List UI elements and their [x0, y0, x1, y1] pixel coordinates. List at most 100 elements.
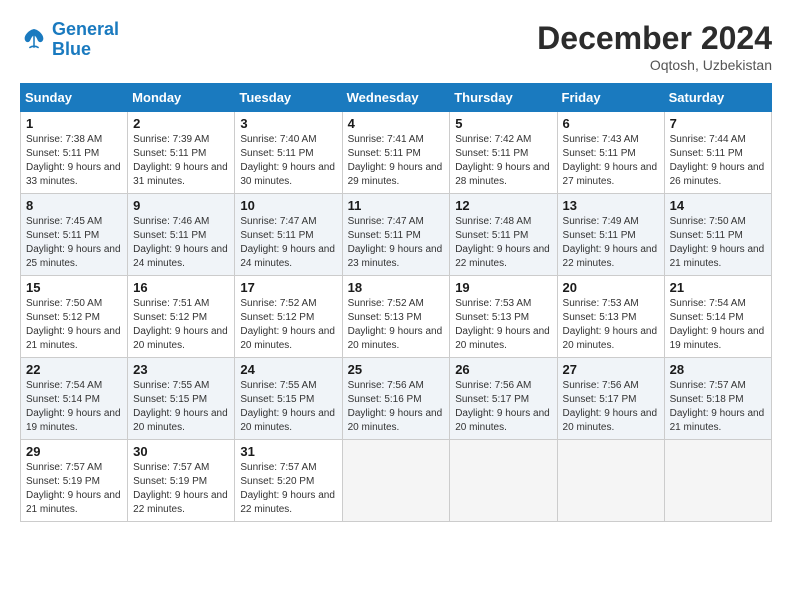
calendar-day-cell: 5 Sunrise: 7:42 AMSunset: 5:11 PMDaylight…: [450, 112, 557, 194]
calendar-day-cell: 13 Sunrise: 7:49 AMSunset: 5:11 PMDayligh…: [557, 194, 664, 276]
weekday-header: Saturday: [664, 84, 771, 112]
day-info: Sunrise: 7:56 AMSunset: 5:17 PMDaylight:…: [563, 379, 659, 435]
day-info: Sunrise: 7:38 AMSunset: 5:11 PMDaylight:…: [26, 133, 122, 189]
day-number: 12: [455, 198, 551, 213]
calendar-day-cell: 1 Sunrise: 7:38 AMSunset: 5:11 PMDaylight…: [21, 112, 128, 194]
day-number: 18: [348, 280, 445, 295]
weekday-header: Monday: [128, 84, 235, 112]
day-info: Sunrise: 7:47 AMSunset: 5:11 PMDaylight:…: [348, 215, 445, 271]
calendar-week-row: 8 Sunrise: 7:45 AMSunset: 5:11 PMDaylight…: [21, 194, 772, 276]
day-number: 29: [26, 444, 122, 459]
day-number: 23: [133, 362, 229, 377]
day-info: Sunrise: 7:41 AMSunset: 5:11 PMDaylight:…: [348, 133, 445, 189]
calendar-day-cell: 20 Sunrise: 7:53 AMSunset: 5:13 PMDayligh…: [557, 276, 664, 358]
calendar-day-cell: 28 Sunrise: 7:57 AMSunset: 5:18 PMDayligh…: [664, 358, 771, 440]
calendar-day-cell: 8 Sunrise: 7:45 AMSunset: 5:11 PMDaylight…: [21, 194, 128, 276]
day-number: 14: [670, 198, 766, 213]
weekday-header: Sunday: [21, 84, 128, 112]
day-number: 11: [348, 198, 445, 213]
calendar-day-cell: 14Sunrise: 7:50 AMSunset: 5:11 PMDayligh…: [664, 194, 771, 276]
day-number: 15: [26, 280, 122, 295]
page-header: General Blue December 2024 Oqtosh, Uzbek…: [20, 20, 772, 73]
day-info: Sunrise: 7:52 AMSunset: 5:13 PMDaylight:…: [348, 297, 445, 353]
calendar-day-cell: 24Sunrise: 7:55 AMSunset: 5:15 PMDayligh…: [235, 358, 342, 440]
day-number: 27: [563, 362, 659, 377]
day-info: Sunrise: 7:40 AMSunset: 5:11 PMDaylight:…: [240, 133, 336, 189]
title-block: December 2024 Oqtosh, Uzbekistan: [537, 20, 772, 73]
calendar-day-cell: [342, 440, 450, 522]
calendar-day-cell: 27 Sunrise: 7:56 AMSunset: 5:17 PMDayligh…: [557, 358, 664, 440]
weekday-header: Friday: [557, 84, 664, 112]
day-info: Sunrise: 7:45 AMSunset: 5:11 PMDaylight:…: [26, 215, 122, 271]
logo-icon: [20, 26, 48, 54]
day-info: Sunrise: 7:47 AMSunset: 5:11 PMDaylight:…: [240, 215, 336, 271]
calendar-day-cell: 15 Sunrise: 7:50 AMSunset: 5:12 PMDayligh…: [21, 276, 128, 358]
day-number: 2: [133, 116, 229, 131]
day-number: 13: [563, 198, 659, 213]
day-info: Sunrise: 7:44 AMSunset: 5:11 PMDaylight:…: [670, 133, 766, 189]
day-number: 16: [133, 280, 229, 295]
day-info: Sunrise: 7:57 AMSunset: 5:20 PMDaylight:…: [240, 461, 336, 517]
calendar-day-cell: 11 Sunrise: 7:47 AMSunset: 5:11 PMDayligh…: [342, 194, 450, 276]
day-number: 7: [670, 116, 766, 131]
calendar-day-cell: 26Sunrise: 7:56 AMSunset: 5:17 PMDayligh…: [450, 358, 557, 440]
calendar-day-cell: 23 Sunrise: 7:55 AMSunset: 5:15 PMDayligh…: [128, 358, 235, 440]
day-info: Sunrise: 7:54 AMSunset: 5:14 PMDaylight:…: [26, 379, 122, 435]
day-number: 21: [670, 280, 766, 295]
day-info: Sunrise: 7:57 AMSunset: 5:18 PMDaylight:…: [670, 379, 766, 435]
calendar-day-cell: 6Sunrise: 7:43 AMSunset: 5:11 PMDaylight…: [557, 112, 664, 194]
day-number: 30: [133, 444, 229, 459]
calendar-week-row: 1 Sunrise: 7:38 AMSunset: 5:11 PMDaylight…: [21, 112, 772, 194]
day-number: 31: [240, 444, 336, 459]
calendar-day-cell: 18 Sunrise: 7:52 AMSunset: 5:13 PMDayligh…: [342, 276, 450, 358]
day-number: 22: [26, 362, 122, 377]
day-number: 19: [455, 280, 551, 295]
day-info: Sunrise: 7:55 AMSunset: 5:15 PMDaylight:…: [240, 379, 336, 435]
calendar-day-cell: 12 Sunrise: 7:48 AMSunset: 5:11 PMDayligh…: [450, 194, 557, 276]
day-number: 10: [240, 198, 336, 213]
calendar-day-cell: 25 Sunrise: 7:56 AMSunset: 5:16 PMDayligh…: [342, 358, 450, 440]
day-info: Sunrise: 7:48 AMSunset: 5:11 PMDaylight:…: [455, 215, 551, 271]
weekday-header-row: SundayMondayTuesdayWednesdayThursdayFrid…: [21, 84, 772, 112]
calendar-day-cell: 10 Sunrise: 7:47 AMSunset: 5:11 PMDayligh…: [235, 194, 342, 276]
calendar-table: SundayMondayTuesdayWednesdayThursdayFrid…: [20, 83, 772, 522]
weekday-header: Tuesday: [235, 84, 342, 112]
day-info: Sunrise: 7:57 AMSunset: 5:19 PMDaylight:…: [133, 461, 229, 517]
day-info: Sunrise: 7:57 AMSunset: 5:19 PMDaylight:…: [26, 461, 122, 517]
day-info: Sunrise: 7:42 AMSunset: 5:11 PMDaylight:…: [455, 133, 551, 189]
calendar-day-cell: [450, 440, 557, 522]
day-info: Sunrise: 7:49 AMSunset: 5:11 PMDaylight:…: [563, 215, 659, 271]
day-info: Sunrise: 7:54 AMSunset: 5:14 PMDaylight:…: [670, 297, 766, 353]
calendar-day-cell: 4 Sunrise: 7:41 AMSunset: 5:11 PMDaylight…: [342, 112, 450, 194]
day-number: 25: [348, 362, 445, 377]
calendar-week-row: 29 Sunrise: 7:57 AMSunset: 5:19 PMDayligh…: [21, 440, 772, 522]
day-number: 17: [240, 280, 336, 295]
day-info: Sunrise: 7:55 AMSunset: 5:15 PMDaylight:…: [133, 379, 229, 435]
calendar-day-cell: [664, 440, 771, 522]
month-title: December 2024: [537, 20, 772, 57]
calendar-day-cell: [557, 440, 664, 522]
day-info: Sunrise: 7:50 AMSunset: 5:12 PMDaylight:…: [26, 297, 122, 353]
calendar-day-cell: 7 Sunrise: 7:44 AMSunset: 5:11 PMDaylight…: [664, 112, 771, 194]
calendar-week-row: 22 Sunrise: 7:54 AMSunset: 5:14 PMDayligh…: [21, 358, 772, 440]
location-subtitle: Oqtosh, Uzbekistan: [537, 57, 772, 73]
day-info: Sunrise: 7:53 AMSunset: 5:13 PMDaylight:…: [455, 297, 551, 353]
day-number: 28: [670, 362, 766, 377]
day-number: 1: [26, 116, 122, 131]
day-info: Sunrise: 7:56 AMSunset: 5:16 PMDaylight:…: [348, 379, 445, 435]
calendar-day-cell: 19 Sunrise: 7:53 AMSunset: 5:13 PMDayligh…: [450, 276, 557, 358]
day-info: Sunrise: 7:39 AMSunset: 5:11 PMDaylight:…: [133, 133, 229, 189]
day-number: 5: [455, 116, 551, 131]
calendar-day-cell: 22 Sunrise: 7:54 AMSunset: 5:14 PMDayligh…: [21, 358, 128, 440]
weekday-header: Wednesday: [342, 84, 450, 112]
logo-line2: Blue: [52, 40, 119, 60]
day-number: 20: [563, 280, 659, 295]
day-info: Sunrise: 7:51 AMSunset: 5:12 PMDaylight:…: [133, 297, 229, 353]
day-info: Sunrise: 7:43 AMSunset: 5:11 PMDaylight:…: [563, 133, 659, 189]
day-number: 4: [348, 116, 445, 131]
calendar-week-row: 15 Sunrise: 7:50 AMSunset: 5:12 PMDayligh…: [21, 276, 772, 358]
day-number: 8: [26, 198, 122, 213]
day-info: Sunrise: 7:56 AMSunset: 5:17 PMDaylight:…: [455, 379, 551, 435]
day-info: Sunrise: 7:52 AMSunset: 5:12 PMDaylight:…: [240, 297, 336, 353]
day-info: Sunrise: 7:53 AMSunset: 5:13 PMDaylight:…: [563, 297, 659, 353]
